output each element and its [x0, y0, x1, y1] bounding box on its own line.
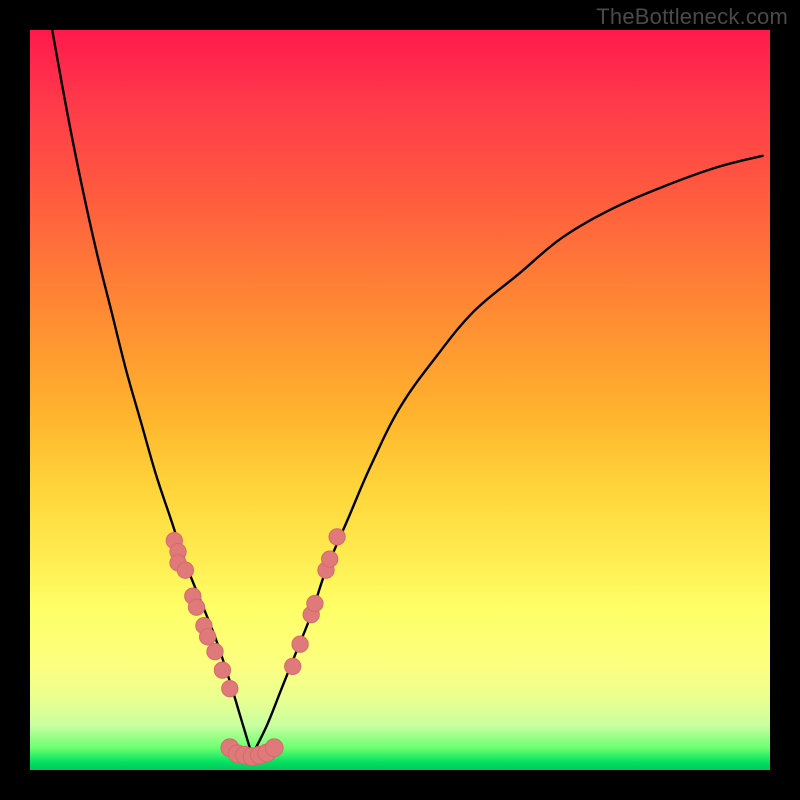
marker-5: [188, 599, 204, 615]
marker-17: [265, 739, 283, 757]
marker-23: [322, 551, 338, 567]
marker-8: [207, 643, 223, 659]
marker-3: [177, 562, 193, 578]
data-markers: [166, 529, 345, 766]
marker-7: [199, 629, 215, 645]
curve-right-branch: [252, 156, 763, 755]
chart-svg: [30, 30, 770, 770]
watermark-text: TheBottleneck.com: [596, 4, 788, 30]
marker-19: [292, 636, 308, 652]
marker-10: [222, 680, 238, 696]
marker-18: [285, 658, 301, 674]
marker-24: [329, 529, 345, 545]
marker-9: [214, 662, 230, 678]
marker-21: [307, 595, 323, 611]
plot-area: [30, 30, 770, 770]
curve-left-branch: [52, 30, 252, 755]
bottleneck-curves: [52, 30, 762, 755]
chart-frame: TheBottleneck.com: [0, 0, 800, 800]
